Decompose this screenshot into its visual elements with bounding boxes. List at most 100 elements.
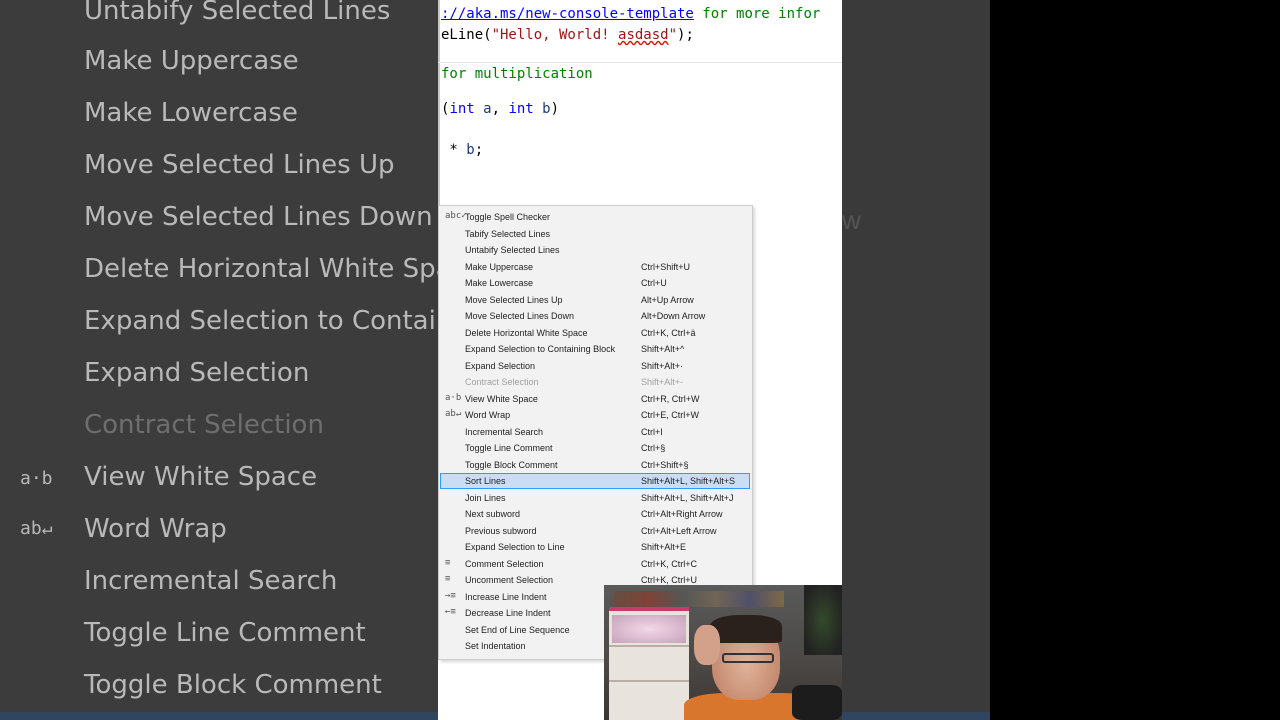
string-literal: "Hello, World! (491, 27, 619, 43)
background-menu-item: Make Uppercase (84, 46, 299, 76)
menu-item-next-subword[interactable]: Next subword Ctrl+Alt+Right Arrow (440, 506, 750, 522)
word-wrap-icon: ab↵ (20, 518, 53, 539)
menu-item-shortcut: Ctrl+Alt+Right Arrow (641, 509, 723, 519)
menu-item-label: Word Wrap (465, 410, 511, 420)
menu-item-word-wrap[interactable]: ab↵ Word Wrap Ctrl+E, Ctrl+W (440, 407, 750, 423)
webcam-plant (804, 585, 842, 655)
menu-item-shortcut: Shift+Alt+L, Shift+Alt+S (641, 476, 736, 486)
decrease-line-indent-icon: ←≡ (445, 607, 456, 617)
template-link[interactable]: ://aka.ms/new-console-template (441, 6, 694, 22)
menu-item-shortcut: Ctrl+K, Ctrl+ä (641, 327, 696, 338)
parameter: b (533, 101, 551, 117)
code-text: ; (474, 142, 484, 158)
spell-error-word: asdasd (618, 27, 669, 43)
menu-item-label: Set Indentation (465, 641, 526, 651)
background-right-edge (990, 0, 1280, 720)
menu-item-tabify-selected-lines[interactable]: Tabify Selected Lines (440, 226, 750, 242)
code-text: eLine( (441, 27, 492, 43)
webcam-microphone (792, 685, 842, 720)
background-menu-item: Untabify Selected Lines (84, 0, 391, 26)
menu-item-incremental-search[interactable]: Incremental Search Ctrl+I (440, 424, 750, 440)
menu-item-shortcut: Alt+Up Arrow (641, 294, 694, 305)
background-menu-item: Expand Selection to Containi (84, 306, 460, 336)
uncomment-selection-icon: ≡ (445, 574, 451, 584)
parameter: a (474, 101, 492, 117)
menu-item-label: Toggle Line Comment (465, 443, 553, 453)
menu-item-make-lowercase[interactable]: Make Lowercase Ctrl+U (440, 275, 750, 291)
code-text: , (491, 101, 509, 117)
menu-item-shortcut: Ctrl+K, Ctrl+C (641, 558, 698, 569)
background-menu-item: Toggle Block Comment (84, 670, 382, 700)
webcam-shelf-light (612, 615, 686, 643)
menu-item-shortcut: Shift+Alt+- (641, 377, 684, 387)
menu-item-label: Set End of Line Sequence (465, 624, 570, 635)
menu-item-label: Comment Selection (465, 558, 544, 569)
background-menu-item: Incremental Search (84, 566, 338, 596)
code-text: ); (677, 27, 694, 43)
word-wrap-icon: ab↵ (445, 409, 462, 419)
menu-item-label: Make Uppercase (465, 261, 534, 272)
menu-item-sort-lines[interactable]: Sort Lines Shift+Alt+L, Shift+Alt+S (440, 473, 750, 489)
toggle-spell-checker-icon: abc✓ (445, 211, 467, 221)
menu-item-label: Move Selected Lines Down (465, 311, 575, 321)
menu-item-toggle-spell-checker[interactable]: abc✓ Toggle Spell Checker (440, 209, 750, 225)
code-line-4: (int a, int b) (441, 101, 559, 117)
menu-item-previous-subword[interactable]: Previous subword Ctrl+Alt+Left Arrow (440, 523, 750, 539)
menu-item-label: Contract Selection (465, 377, 539, 387)
menu-item-label: Sort Lines (465, 476, 506, 486)
webcam-shelf-led (609, 607, 689, 611)
line-separator (438, 62, 842, 63)
menu-item-shortcut: Ctrl+R, Ctrl+W (641, 393, 700, 404)
background-menu-item: Contract Selection (84, 410, 324, 440)
menu-item-label: View White Space (465, 393, 538, 404)
webcam-person-glasses (722, 653, 774, 663)
background-ghost-text: w (842, 205, 861, 235)
keyword: int (508, 101, 534, 117)
menu-item-shortcut: Ctrl+U (641, 278, 667, 288)
menu-item-label: Decrease Line Indent (465, 608, 551, 618)
menu-item-shortcut: Shift+Alt+^ (641, 344, 685, 354)
menu-item-label: Incremental Search (465, 426, 544, 437)
menu-item-join-lines[interactable]: Join Lines Shift+Alt+L, Shift+Alt+J (440, 490, 750, 506)
webcam-shelf-items (614, 591, 784, 607)
menu-item-move-selected-lines-down[interactable]: Move Selected Lines Down Alt+Down Arrow (440, 308, 750, 324)
menu-item-label: Tabify Selected Lines (465, 228, 551, 239)
menu-item-expand-selection[interactable]: Expand Selection Shift+Alt+· (440, 358, 750, 374)
menu-item-shortcut: Ctrl+K, Ctrl+U (641, 575, 698, 585)
background-menu-item: Make Lowercase (84, 98, 298, 128)
menu-item-shortcut: Shift+Alt+L, Shift+Alt+J (641, 492, 734, 503)
menu-item-label: Make Lowercase (465, 278, 534, 288)
string-literal-end: " (668, 27, 678, 43)
menu-item-move-selected-lines-up[interactable]: Move Selected Lines Up Alt+Up Arrow (440, 292, 750, 308)
menu-item-label: Toggle Block Comment (465, 459, 558, 470)
menu-item-untabify-selected-lines[interactable]: Untabify Selected Lines (440, 242, 750, 258)
menu-item-label: Expand Selection to Line (465, 542, 565, 552)
menu-item-label: Join Lines (465, 492, 506, 503)
menu-item-delete-horizontal-white-space[interactable]: Delete Horizontal White Space Ctrl+K, Ctr… (440, 325, 750, 341)
background-menu-item: View White Space (84, 462, 318, 492)
menu-item-shortcut: Ctrl+I (641, 426, 663, 437)
menu-item-make-uppercase[interactable]: Make Uppercase Ctrl+Shift+U (440, 259, 750, 275)
webcam-person-hand (694, 625, 720, 665)
menu-item-toggle-block-comment[interactable]: Toggle Block Comment Ctrl+Shift+§ (440, 457, 750, 473)
menu-item-shortcut: Ctrl+Alt+Left Arrow (641, 525, 717, 536)
comment-text: for more infor (693, 6, 821, 22)
menu-item-view-white-space[interactable]: a·b View White Space Ctrl+R, Ctrl+W (440, 391, 750, 407)
menu-item-label: Increase Line Indent (465, 591, 547, 602)
background-menu-item: Word Wrap (84, 514, 227, 544)
background-menu-item: Move Selected Lines Down (84, 202, 433, 232)
menu-item-shortcut: Ctrl+Shift+§ (641, 459, 689, 470)
menu-item-label: Uncomment Selection (465, 575, 554, 585)
menu-item-expand-selection-to-containing-block[interactable]: Expand Selection to Containing Block Shif… (440, 341, 750, 357)
parameter: b (466, 142, 475, 158)
comment-selection-icon: ≡ (445, 557, 451, 568)
background-menu-item: Expand Selection (84, 358, 310, 388)
code-text: ) (550, 101, 560, 117)
menu-item-toggle-line-comment[interactable]: Toggle Line Comment Ctrl+§ (440, 440, 750, 456)
code-line-2: eLine("Hello, World! asdasd"); (441, 27, 694, 43)
keyword: int (449, 101, 475, 117)
code-line-5: * b; (441, 142, 483, 158)
menu-item-expand-selection-to-line[interactable]: Expand Selection to Line Shift+Alt+E (440, 539, 750, 555)
menu-item-comment-selection[interactable]: ≡ Comment Selection Ctrl+K, Ctrl+C (440, 556, 750, 572)
webcam-shelf-divider (609, 645, 689, 647)
